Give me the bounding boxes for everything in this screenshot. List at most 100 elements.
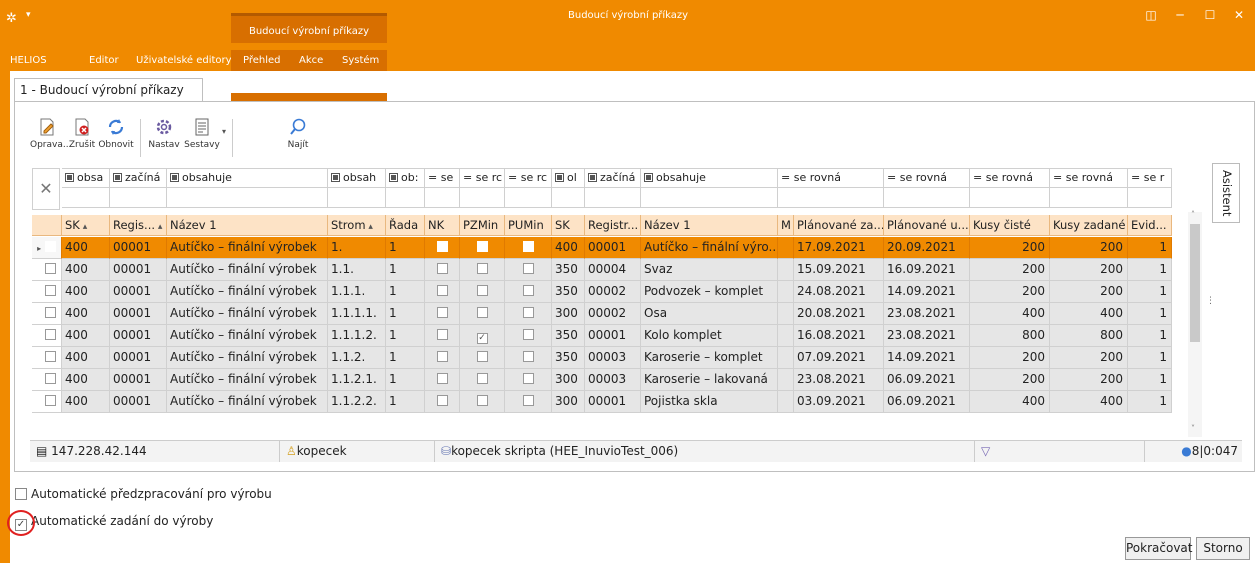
checkbox-cell[interactable] bbox=[425, 237, 460, 259]
filter-input[interactable] bbox=[328, 188, 386, 208]
table-cell[interactable]: 1 bbox=[1128, 303, 1172, 325]
table-cell[interactable]: 17.09.2021 bbox=[794, 237, 884, 259]
column-header[interactable]: Registr... bbox=[585, 215, 641, 236]
table-cell[interactable]: 00001 bbox=[585, 237, 641, 259]
column-header[interactable]: Název 1 bbox=[167, 215, 328, 236]
table-cell[interactable]: 200 bbox=[970, 259, 1050, 281]
table-cell[interactable]: Osa bbox=[641, 303, 778, 325]
checkbox-cell[interactable] bbox=[425, 369, 460, 391]
table-cell[interactable]: 1 bbox=[1128, 325, 1172, 347]
table-cell[interactable]: 23.08.2021 bbox=[884, 303, 970, 325]
table-cell[interactable]: 400 bbox=[62, 325, 110, 347]
filter-cell[interactable]: obsahuje bbox=[167, 168, 328, 188]
tab-editor[interactable]: Editor bbox=[89, 50, 119, 71]
table-cell[interactable]: Autíčko – finální výrobek bbox=[167, 325, 328, 347]
table-cell[interactable]: 20.08.2021 bbox=[794, 303, 884, 325]
table-cell[interactable]: 00002 bbox=[585, 281, 641, 303]
assistant-panel-tab[interactable]: Asistent bbox=[1212, 163, 1240, 223]
table-cell[interactable]: 200 bbox=[1050, 369, 1128, 391]
filter-cell[interactable]: = se rc bbox=[505, 168, 552, 188]
table-cell[interactable] bbox=[778, 281, 794, 303]
row-selector[interactable] bbox=[32, 369, 62, 391]
column-header[interactable]: Kusy čisté bbox=[970, 215, 1050, 236]
status-filter[interactable]: ▽ bbox=[975, 441, 1145, 462]
table-cell[interactable]: Pojistka skla bbox=[641, 391, 778, 413]
checkbox-cell[interactable] bbox=[505, 259, 552, 281]
table-cell[interactable] bbox=[778, 325, 794, 347]
table-cell[interactable]: 16.09.2021 bbox=[884, 259, 970, 281]
tab-user-editors[interactable]: Uživatelské editory bbox=[136, 50, 232, 71]
table-cell[interactable]: 00001 bbox=[110, 237, 167, 259]
filter-input[interactable] bbox=[552, 188, 585, 208]
table-cell[interactable]: Autíčko – finální výrobek bbox=[167, 391, 328, 413]
table-cell[interactable]: 1 bbox=[1128, 237, 1172, 259]
table-cell[interactable]: 1.1.1.2. bbox=[328, 325, 386, 347]
table-cell[interactable]: 1 bbox=[1128, 391, 1172, 413]
table-cell[interactable]: 300 bbox=[552, 369, 585, 391]
filter-cell[interactable]: začíná bbox=[585, 168, 641, 188]
table-cell[interactable]: 400 bbox=[1050, 303, 1128, 325]
table-cell[interactable]: Karoserie – lakovaná bbox=[641, 369, 778, 391]
row-selector[interactable] bbox=[32, 281, 62, 303]
checkbox-cell[interactable] bbox=[425, 325, 460, 347]
table-cell[interactable]: 1 bbox=[386, 303, 425, 325]
table-cell[interactable]: 800 bbox=[970, 325, 1050, 347]
filter-cell[interactable]: obsah bbox=[328, 168, 386, 188]
checkbox-cell[interactable] bbox=[505, 391, 552, 413]
column-header[interactable]: PUMin bbox=[505, 215, 552, 236]
table-cell[interactable]: Autíčko – finální výrobek bbox=[167, 369, 328, 391]
table-cell[interactable]: 1 bbox=[386, 259, 425, 281]
refresh-button[interactable]: Obnovit bbox=[98, 115, 134, 150]
table-cell[interactable] bbox=[778, 237, 794, 259]
filter-input[interactable] bbox=[1128, 188, 1172, 208]
table-cell[interactable]: 400 bbox=[62, 237, 110, 259]
checkbox-cell[interactable] bbox=[460, 303, 505, 325]
table-cell[interactable]: 200 bbox=[970, 281, 1050, 303]
edit-button[interactable]: Oprava... bbox=[30, 115, 71, 150]
checkbox-cell[interactable] bbox=[505, 303, 552, 325]
table-cell[interactable]: 00001 bbox=[110, 347, 167, 369]
table-cell[interactable]: Autíčko – finální výro... bbox=[641, 237, 778, 259]
table-cell[interactable]: 1 bbox=[386, 369, 425, 391]
minimize-icon[interactable]: ─ bbox=[1168, 8, 1192, 22]
tab-system-label[interactable]: Systém bbox=[342, 50, 379, 71]
table-cell[interactable]: Autíčko – finální výrobek bbox=[167, 259, 328, 281]
table-cell[interactable]: 1 bbox=[386, 237, 425, 259]
table-cell[interactable]: 400 bbox=[552, 237, 585, 259]
row-selector[interactable] bbox=[32, 259, 62, 281]
reports-button[interactable]: Sestavy bbox=[182, 115, 222, 150]
filter-cell[interactable]: = se rovná bbox=[884, 168, 970, 188]
table-cell[interactable]: 400 bbox=[62, 281, 110, 303]
checkbox-cell[interactable] bbox=[460, 281, 505, 303]
table-cell[interactable]: 1 bbox=[386, 325, 425, 347]
filter-input[interactable] bbox=[1050, 188, 1128, 208]
table-cell[interactable]: 15.09.2021 bbox=[794, 259, 884, 281]
filter-cell[interactable]: ob: bbox=[386, 168, 425, 188]
table-cell[interactable]: 1 bbox=[1128, 259, 1172, 281]
table-cell[interactable]: 200 bbox=[1050, 237, 1128, 259]
table-cell[interactable]: 00001 bbox=[110, 303, 167, 325]
table-cell[interactable]: 06.09.2021 bbox=[884, 369, 970, 391]
filter-cell[interactable]: = se rovná bbox=[778, 168, 884, 188]
table-cell[interactable]: 06.09.2021 bbox=[884, 391, 970, 413]
table-cell[interactable]: 200 bbox=[1050, 259, 1128, 281]
table-cell[interactable]: 400 bbox=[1050, 391, 1128, 413]
table-cell[interactable]: 16.08.2021 bbox=[794, 325, 884, 347]
table-cell[interactable]: 00001 bbox=[585, 325, 641, 347]
table-cell[interactable]: 400 bbox=[970, 303, 1050, 325]
table-cell[interactable]: 400 bbox=[62, 303, 110, 325]
table-cell[interactable]: 200 bbox=[970, 369, 1050, 391]
column-header[interactable]: Regis... ▴ bbox=[110, 215, 167, 236]
cancel-record-button[interactable]: Zrušit bbox=[66, 115, 98, 150]
table-cell[interactable]: 20.09.2021 bbox=[884, 237, 970, 259]
find-button[interactable]: Najít bbox=[284, 115, 312, 150]
checkbox-cell[interactable] bbox=[425, 281, 460, 303]
table-cell[interactable]: 1.1.1.1. bbox=[328, 303, 386, 325]
settings-button[interactable]: Nastav bbox=[148, 115, 180, 150]
filter-cell[interactable]: obsa bbox=[62, 168, 110, 188]
cancel-button[interactable]: Storno bbox=[1196, 537, 1250, 560]
row-selector[interactable] bbox=[32, 303, 62, 325]
column-header[interactable]: Plánované za... bbox=[794, 215, 884, 236]
checkbox-cell[interactable] bbox=[460, 259, 505, 281]
table-cell[interactable] bbox=[778, 259, 794, 281]
